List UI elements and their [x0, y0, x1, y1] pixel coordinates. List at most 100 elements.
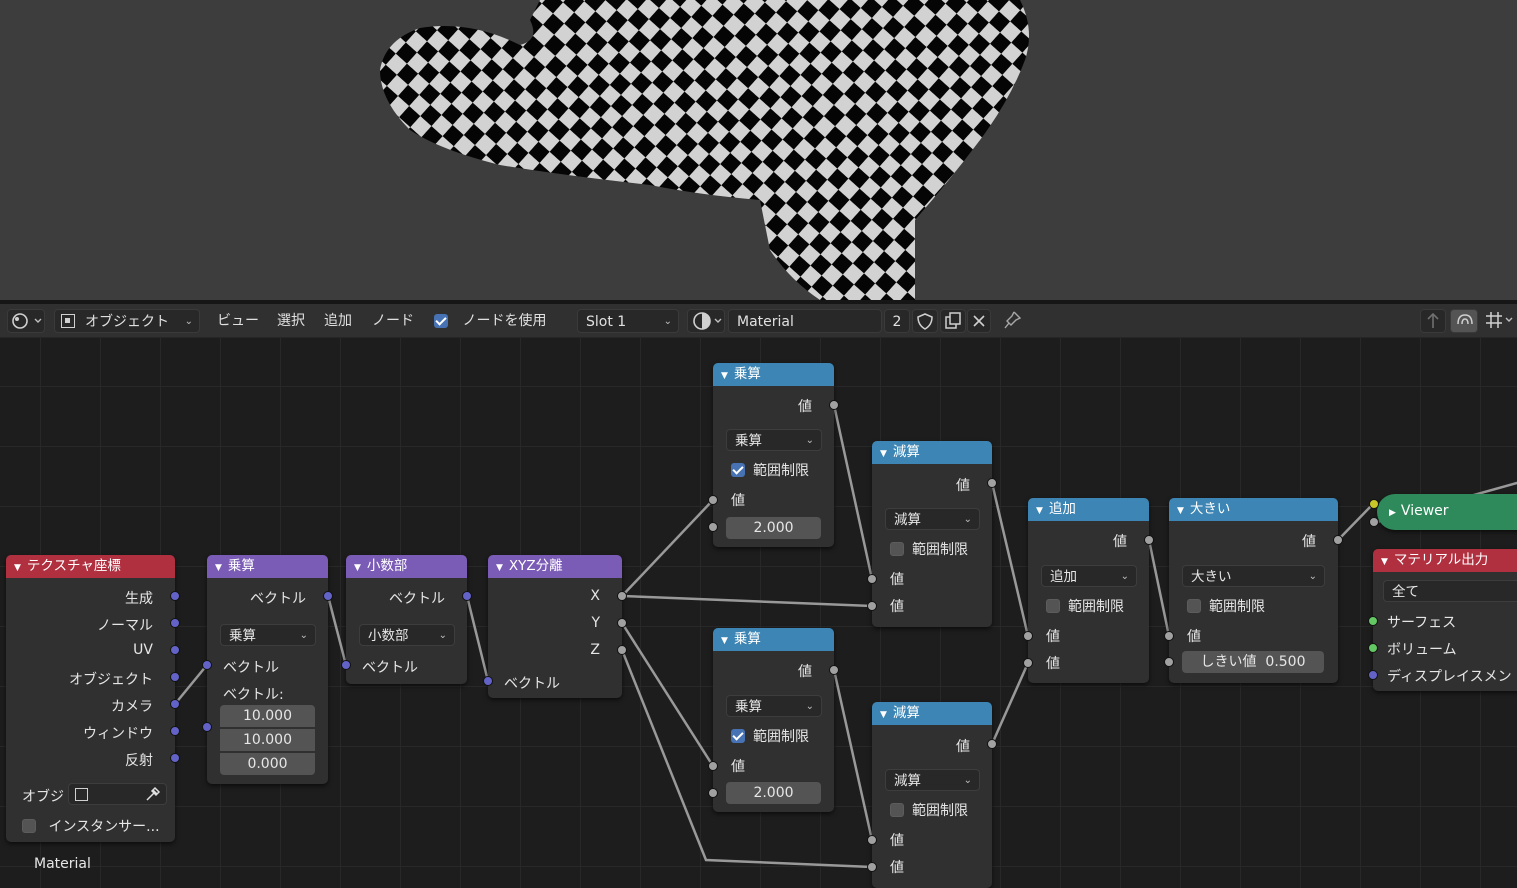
- input-socket[interactable]: [1368, 643, 1378, 653]
- material-browse-button[interactable]: [687, 309, 725, 333]
- clamp-checkbox[interactable]: [890, 541, 904, 556]
- clamp-checkbox[interactable]: [731, 462, 745, 477]
- duplicate-material-button[interactable]: [940, 309, 966, 333]
- snap-toggle[interactable]: [1450, 309, 1478, 333]
- clamp-toggle[interactable]: 範囲制限: [890, 800, 968, 820]
- clamp-checkbox[interactable]: [1046, 598, 1060, 613]
- collapse-triangle-icon[interactable]: ▼: [1381, 557, 1388, 567]
- output-socket[interactable]: [617, 591, 627, 601]
- output-socket[interactable]: [462, 591, 472, 601]
- collapse-triangle-icon[interactable]: ▼: [14, 563, 21, 573]
- node-material-output[interactable]: ▼ マテリアル出力 全て サーフェス ボリューム ディスプレイスメン: [1368, 549, 1517, 691]
- node-canvas[interactable]: ▼ テクスチャ座標 生成 ノーマル UV オブジェクト カメラ ウィンドウ 反射 …: [0, 338, 1517, 888]
- editor-type-selector[interactable]: [7, 309, 45, 333]
- input-socket[interactable]: [708, 495, 718, 505]
- eyedropper-icon[interactable]: [144, 785, 162, 803]
- clamp-toggle[interactable]: 範囲制限: [1046, 596, 1124, 616]
- viewer-input-socket[interactable]: [1369, 499, 1379, 509]
- output-socket[interactable]: [617, 618, 627, 628]
- vector-y-field[interactable]: 10.000: [220, 729, 315, 751]
- use-nodes-toggle[interactable]: ノードを使用: [434, 309, 546, 333]
- node-header[interactable]: ▼ 減算: [872, 702, 992, 725]
- node-header[interactable]: ▼ 小数部: [346, 555, 467, 578]
- node-header[interactable]: ▼ 減算: [872, 441, 992, 464]
- object-mode-dropdown[interactable]: オブジェクト ⌄: [54, 309, 200, 333]
- collapse-triangle-icon[interactable]: ▼: [1177, 506, 1184, 516]
- collapse-triangle-icon[interactable]: ▼: [880, 710, 887, 720]
- node-header[interactable]: ▼ 乗算: [207, 555, 328, 578]
- node-header[interactable]: ▼ テクスチャ座標: [6, 555, 175, 578]
- node-header[interactable]: ▼ XYZ分離: [488, 555, 622, 578]
- node-header[interactable]: ▼ 乗算: [713, 363, 834, 386]
- input-socket[interactable]: [1368, 670, 1378, 680]
- node-separate-xyz[interactable]: ▼ XYZ分離 X Y Z ベクトル: [483, 555, 627, 698]
- menu-select[interactable]: 選択: [277, 309, 305, 333]
- input-socket[interactable]: [708, 788, 718, 798]
- collapse-triangle-icon[interactable]: ▼: [721, 371, 728, 381]
- menu-node[interactable]: ノード: [372, 309, 414, 333]
- material-name-field[interactable]: Material: [728, 309, 882, 333]
- collapse-triangle-icon[interactable]: ▼: [496, 563, 503, 573]
- node-math-subtract-1[interactable]: ▼ 減算 値 減算 ⌄ 範囲制限 値 値: [867, 441, 997, 627]
- menu-add[interactable]: 追加: [324, 309, 352, 333]
- input-socket[interactable]: [1164, 631, 1174, 641]
- node-header[interactable]: ▼ 追加: [1028, 498, 1149, 521]
- input-socket[interactable]: [867, 601, 877, 611]
- node-header[interactable]: ▼ 大きい: [1169, 498, 1338, 521]
- operation-dropdown[interactable]: 乗算 ⌄: [726, 695, 822, 717]
- collapse-triangle-icon[interactable]: ▼: [880, 449, 887, 459]
- clamp-checkbox[interactable]: [731, 728, 745, 743]
- node-texture-coordinate[interactable]: ▼ テクスチャ座標 生成 ノーマル UV オブジェクト カメラ ウィンドウ 反射 …: [6, 555, 180, 842]
- node-math-subtract-2[interactable]: ▼ 減算 値 減算 ⌄ 範囲制限 値 値: [867, 702, 997, 888]
- collapse-triangle-icon[interactable]: ▼: [215, 563, 222, 573]
- snap-element-dropdown[interactable]: [1482, 309, 1517, 333]
- output-socket[interactable]: [1333, 535, 1343, 545]
- input-socket[interactable]: [1368, 616, 1378, 626]
- output-socket[interactable]: [323, 591, 333, 601]
- input-socket[interactable]: [1023, 631, 1033, 641]
- parent-node-tree-button[interactable]: [1420, 309, 1446, 333]
- node-math-greater-than[interactable]: ▼ 大きい 値 大きい ⌄ 範囲制限 値 しきい値 0.500: [1164, 498, 1343, 683]
- clamp-checkbox[interactable]: [890, 802, 904, 817]
- operation-dropdown[interactable]: 小数部 ⌄: [359, 624, 455, 646]
- output-socket[interactable]: [987, 478, 997, 488]
- node-header[interactable]: ▼ 乗算: [713, 628, 834, 651]
- input-socket[interactable]: [867, 835, 877, 845]
- input-socket[interactable]: [483, 676, 493, 686]
- clamp-toggle[interactable]: 範囲制限: [731, 460, 809, 480]
- output-socket[interactable]: [170, 618, 180, 628]
- operation-dropdown[interactable]: 減算 ⌄: [885, 508, 980, 530]
- use-nodes-checkbox[interactable]: [434, 314, 448, 328]
- clamp-toggle[interactable]: 範囲制限: [731, 726, 809, 746]
- node-math-multiply-2[interactable]: ▼ 乗算 値 乗算 ⌄ 範囲制限 値 2.000: [708, 628, 839, 812]
- operation-dropdown[interactable]: 追加 ⌄: [1041, 565, 1137, 587]
- clamp-toggle[interactable]: 範囲制限: [1187, 596, 1265, 616]
- collapse-triangle-icon[interactable]: ▼: [1036, 506, 1043, 516]
- output-socket[interactable]: [170, 672, 180, 682]
- vector-z-field[interactable]: 0.000: [220, 753, 315, 775]
- slot-dropdown[interactable]: Slot 1 ⌄: [577, 309, 679, 333]
- collapse-triangle-icon[interactable]: ▼: [354, 563, 361, 573]
- input-socket[interactable]: [708, 522, 718, 532]
- instancer-checkbox[interactable]: [22, 818, 36, 833]
- node-viewer[interactable]: ▶ Viewer: [1377, 494, 1517, 530]
- output-socket[interactable]: [1144, 535, 1154, 545]
- unlink-material-button[interactable]: [967, 309, 991, 333]
- input-socket[interactable]: [1164, 657, 1174, 667]
- output-socket[interactable]: [170, 699, 180, 709]
- input-socket[interactable]: [202, 722, 212, 732]
- operation-dropdown[interactable]: 乗算 ⌄: [220, 624, 316, 646]
- node-vector-multiply[interactable]: ▼ 乗算 ベクトル 乗算 ⌄ ベクトル ベクトル: 10.000 10.000 0.…: [202, 555, 333, 784]
- instancer-toggle[interactable]: インスタンサー...: [22, 816, 160, 836]
- node-header[interactable]: ▼ マテリアル出力: [1373, 549, 1517, 572]
- user-count[interactable]: 2: [884, 309, 910, 333]
- 3d-viewport[interactable]: [0, 0, 1517, 300]
- collapse-triangle-icon[interactable]: ▼: [721, 636, 728, 646]
- input-socket[interactable]: [202, 660, 212, 670]
- output-socket[interactable]: [617, 645, 627, 655]
- value-field[interactable]: 2.000: [726, 517, 821, 539]
- node-vector-fraction[interactable]: ▼ 小数部 ベクトル 小数部 ⌄ ベクトル: [341, 555, 472, 684]
- menu-view[interactable]: ビュー: [217, 309, 259, 333]
- threshold-field[interactable]: しきい値 0.500: [1182, 651, 1324, 673]
- input-socket[interactable]: [867, 574, 877, 584]
